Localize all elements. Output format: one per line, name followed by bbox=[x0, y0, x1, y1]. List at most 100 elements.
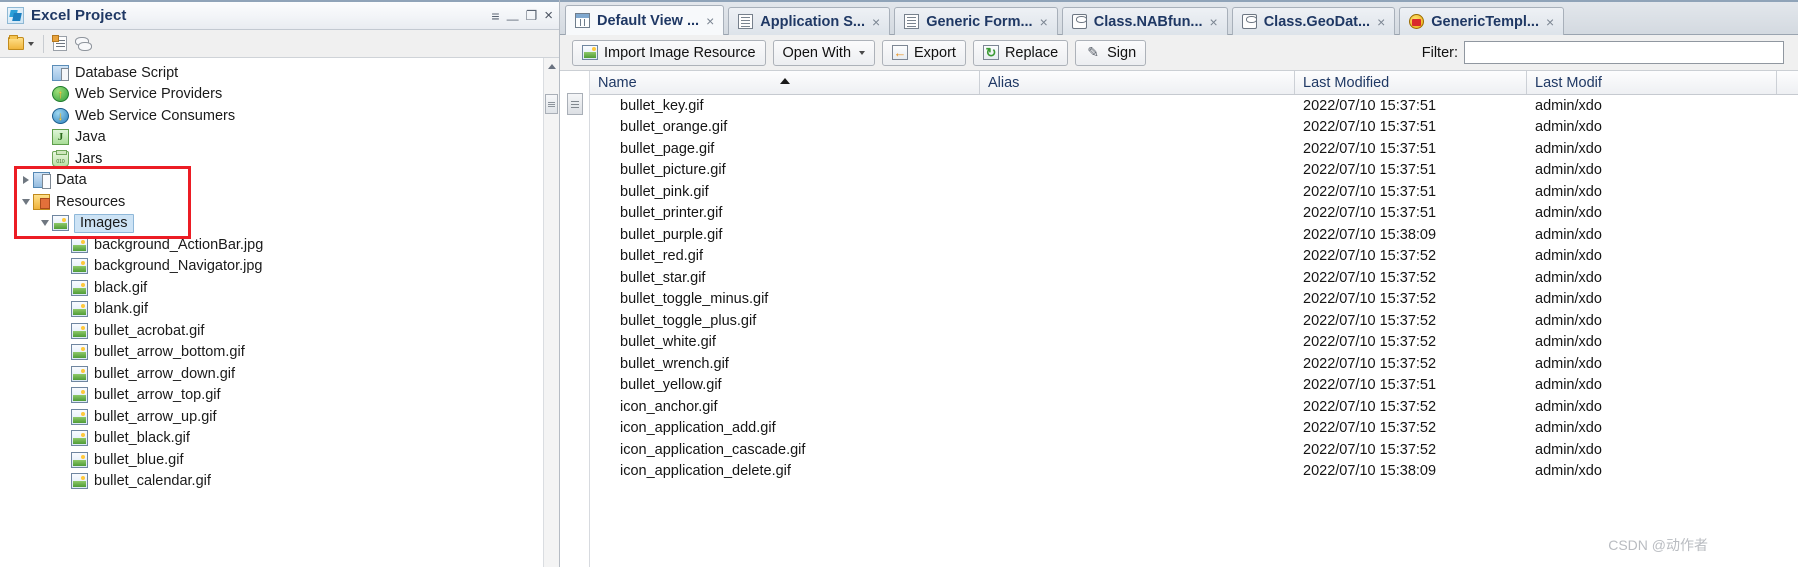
minimize-icon[interactable]: — bbox=[507, 13, 519, 25]
scrollbar-thumb[interactable] bbox=[545, 94, 558, 114]
tree-item-background-actionbar-jpg[interactable]: background_ActionBar.jpg bbox=[0, 234, 543, 256]
grid-body[interactable]: bullet_key.gif 2022/07/10 15:37:51 admin/x… bbox=[590, 95, 1798, 567]
tree-item-label: blank.gif bbox=[94, 301, 149, 318]
tree-item-bullet-arrow-top-gif[interactable]: bullet_arrow_top.gif bbox=[0, 385, 543, 407]
note-button[interactable] bbox=[51, 33, 69, 55]
collapse-arrow-icon[interactable] bbox=[38, 220, 52, 227]
grid-row-gutter[interactable] bbox=[560, 71, 590, 567]
grid-row[interactable]: bullet_page.gif 2022/07/10 15:37:51 admin/… bbox=[590, 138, 1798, 160]
tab-close-icon[interactable]: × bbox=[1377, 14, 1385, 30]
collapse-arrow-icon[interactable] bbox=[19, 198, 33, 205]
tree-item-bullet-black-gif[interactable]: bullet_black.gif bbox=[0, 428, 543, 450]
grid-row[interactable]: bullet_wrench.gif 2022/07/10 15:37:52 admi… bbox=[590, 353, 1798, 375]
project-tree-scrollbar[interactable] bbox=[543, 58, 559, 567]
editor-tab-2[interactable]: Application S... × bbox=[728, 7, 891, 35]
tree-item-data[interactable]: Data bbox=[0, 170, 543, 192]
tree-item-background-navigator-jpg[interactable]: background_Navigator.jpg bbox=[0, 256, 543, 278]
import-image-resource-button[interactable]: Import Image Resource bbox=[572, 39, 766, 66]
tree-item-jars[interactable]: Jars bbox=[0, 148, 543, 170]
grid-row[interactable]: bullet_purple.gif 2022/07/10 15:38:09 admi… bbox=[590, 224, 1798, 246]
tree-item-bullet-arrow-up-gif[interactable]: bullet_arrow_up.gif bbox=[0, 406, 543, 428]
tree-item-images[interactable]: Images bbox=[0, 213, 543, 235]
grid-column-header-last-modif[interactable]: Last Modif bbox=[1527, 71, 1777, 94]
grid-row[interactable]: bullet_orange.gif 2022/07/10 15:37:51 admi… bbox=[590, 117, 1798, 139]
grid-cell-last-modified: 2022/07/10 15:37:52 bbox=[1303, 312, 1437, 329]
grid-row[interactable]: icon_application_add.gif 2022/07/10 15:37… bbox=[590, 418, 1798, 440]
grid-row[interactable]: bullet_key.gif 2022/07/10 15:37:51 admin/x… bbox=[590, 95, 1798, 117]
editor-tab-6[interactable]: GenericTempl... × bbox=[1399, 7, 1565, 35]
sign-button[interactable]: Sign bbox=[1075, 39, 1147, 66]
window-controls: ≡ — ❐ × bbox=[491, 8, 553, 25]
grid-cell-last-modified: 2022/07/10 15:37:51 bbox=[1303, 97, 1437, 114]
grid-row[interactable]: icon_application_cascade.gif 2022/07/10 1… bbox=[590, 439, 1798, 461]
grid-row[interactable]: bullet_pink.gif 2022/07/10 15:37:51 admin/… bbox=[590, 181, 1798, 203]
scroll-up-arrow-icon[interactable] bbox=[547, 64, 556, 69]
editor-tab-3[interactable]: Generic Form... × bbox=[894, 7, 1058, 35]
grid-row[interactable]: bullet_yellow.gif 2022/07/10 15:37:51 admi… bbox=[590, 375, 1798, 397]
tree-item-bullet-blue-gif[interactable]: bullet_blue.gif bbox=[0, 449, 543, 471]
grid-row[interactable]: icon_application_delete.gif 2022/07/10 15… bbox=[590, 461, 1798, 483]
grid-column-header-name[interactable]: Name bbox=[590, 71, 980, 94]
stack-button[interactable] bbox=[73, 33, 93, 55]
tab-close-icon[interactable]: × bbox=[706, 13, 714, 29]
grid-row[interactable]: bullet_white.gif 2022/07/10 15:37:52 admin… bbox=[590, 332, 1798, 354]
grid-row[interactable]: bullet_printer.gif 2022/07/10 15:37:51 adm… bbox=[590, 203, 1798, 225]
grid-column-header-label: Last Modified bbox=[1303, 74, 1390, 91]
grid-cell-last-modified-by: admin/xdo bbox=[1535, 205, 1602, 222]
tab-close-icon[interactable]: × bbox=[872, 14, 880, 30]
tree-item-bullet-acrobat-gif[interactable]: bullet_acrobat.gif bbox=[0, 320, 543, 342]
grid-row[interactable]: bullet_toggle_minus.gif 2022/07/10 15:37:… bbox=[590, 289, 1798, 311]
project-tree[interactable]: Database Script Web Service Providers Web … bbox=[0, 58, 543, 567]
tree-item-blank-gif[interactable]: blank.gif bbox=[0, 299, 543, 321]
web-service-providers-icon bbox=[52, 86, 69, 103]
close-icon[interactable]: × bbox=[544, 8, 553, 23]
editor-tab-5[interactable]: Class.GeoDat... × bbox=[1231, 7, 1396, 35]
grid-cell-name: bullet_purple.gif bbox=[620, 226, 723, 243]
panel-menu-icon[interactable]: ≡ bbox=[491, 9, 499, 23]
tree-item-java[interactable]: Java bbox=[0, 127, 543, 149]
grid-row[interactable]: bullet_toggle_plus.gif 2022/07/10 15:37:5… bbox=[590, 310, 1798, 332]
tree-item-resources[interactable]: Resources bbox=[0, 191, 543, 213]
tab-close-icon[interactable]: × bbox=[1546, 14, 1554, 30]
grid-row[interactable]: icon_anchor.gif 2022/07/10 15:37:52 admin/… bbox=[590, 396, 1798, 418]
tree-item-web-service-providers[interactable]: Web Service Providers bbox=[0, 84, 543, 106]
tab-close-icon[interactable]: × bbox=[1040, 14, 1048, 30]
expand-arrow-icon[interactable] bbox=[19, 176, 33, 185]
tab-close-icon[interactable]: × bbox=[1210, 14, 1218, 30]
tree-item-bullet-calendar-gif[interactable]: bullet_calendar.gif bbox=[0, 471, 543, 493]
grid-row[interactable]: bullet_red.gif 2022/07/10 15:37:52 admin/x… bbox=[590, 246, 1798, 268]
grid-row[interactable]: bullet_star.gif 2022/07/10 15:37:52 admin/… bbox=[590, 267, 1798, 289]
editor-tab-4[interactable]: Class.NABfun... × bbox=[1061, 7, 1228, 35]
tree-item-black-gif[interactable]: black.gif bbox=[0, 277, 543, 299]
tree-item-database-script[interactable]: Database Script bbox=[0, 62, 543, 84]
grid-column-header-alias[interactable]: Alias bbox=[980, 71, 1295, 94]
gutter-scroll-thumb[interactable] bbox=[567, 93, 583, 115]
tree-item-bullet-arrow-down-gif[interactable]: bullet_arrow_down.gif bbox=[0, 363, 543, 385]
restore-icon[interactable]: ❐ bbox=[526, 9, 538, 22]
filter-group: Filter: bbox=[1422, 41, 1790, 64]
editor-tab-1[interactable]: Default View ... × bbox=[565, 5, 725, 35]
open-with-button[interactable]: Open With bbox=[772, 39, 876, 66]
tree-item-label: Jars bbox=[75, 150, 103, 167]
template-icon bbox=[1409, 14, 1425, 29]
grid-column-header-last-modified[interactable]: Last Modified bbox=[1295, 71, 1527, 94]
resource-toolbar: Import Image Resource Open With Export R… bbox=[560, 35, 1798, 71]
grid-cell-last-modified: 2022/07/10 15:37:51 bbox=[1303, 119, 1437, 136]
grid-row[interactable]: bullet_picture.gif 2022/07/10 15:37:51 adm… bbox=[590, 160, 1798, 182]
tree-item-web-service-consumers[interactable]: Web Service Consumers bbox=[0, 105, 543, 127]
tree-item-label: background_ActionBar.jpg bbox=[94, 236, 264, 253]
grid-cell-name: bullet_star.gif bbox=[620, 269, 706, 286]
grid-cell-last-modified: 2022/07/10 15:38:09 bbox=[1303, 226, 1437, 243]
export-button[interactable]: Export bbox=[882, 39, 966, 66]
grid-cell-name: icon_application_cascade.gif bbox=[620, 441, 806, 458]
new-folder-button[interactable] bbox=[6, 33, 36, 55]
grid-cell-last-modified-by: admin/xdo bbox=[1535, 183, 1602, 200]
tree-item-label: bullet_calendar.gif bbox=[94, 473, 211, 490]
replace-icon bbox=[982, 45, 999, 60]
grid-header-row: Name Alias Last Modified Last Modif bbox=[590, 71, 1798, 95]
filter-input[interactable] bbox=[1464, 41, 1784, 64]
replace-button[interactable]: Replace bbox=[972, 39, 1069, 66]
grid-cell-last-modified-by: admin/xdo bbox=[1535, 119, 1602, 136]
sign-label: Sign bbox=[1107, 44, 1137, 61]
tree-item-bullet-arrow-bottom-gif[interactable]: bullet_arrow_bottom.gif bbox=[0, 342, 543, 364]
